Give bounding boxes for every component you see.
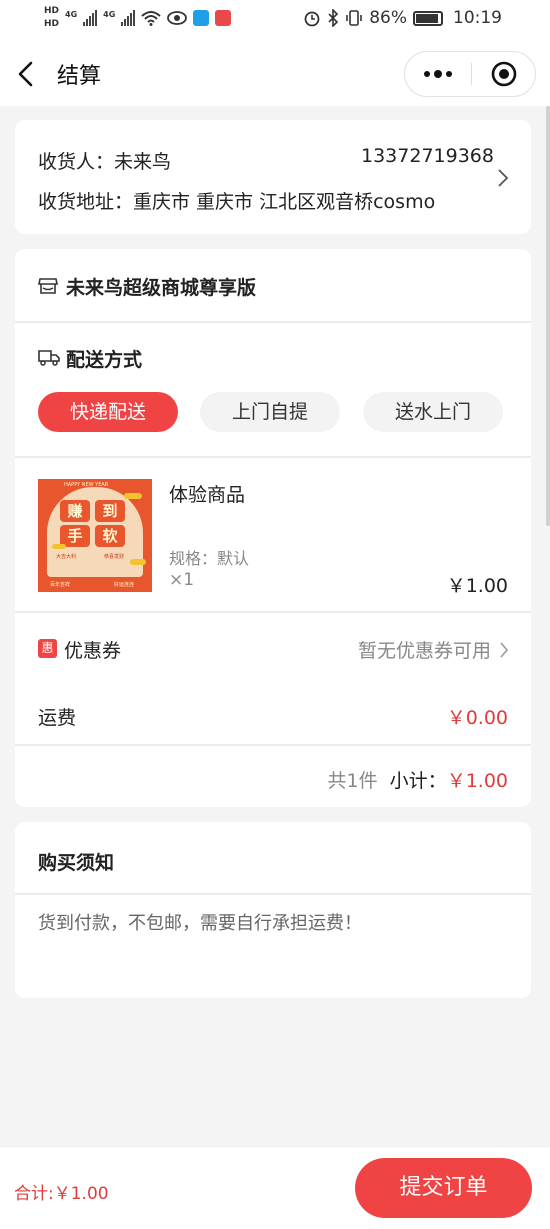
order-card: 未来鸟超级商城尊享版 配送方式 快递配送 上门自提 送水上门 HAPPY NEW…	[15, 249, 531, 807]
product-qty: ×1	[169, 570, 195, 590]
delivery-option-water[interactable]: 送水上门	[363, 392, 503, 432]
target-close-icon	[491, 61, 517, 87]
nav-bar: 结算	[0, 42, 550, 106]
address-label: 收货地址：	[38, 191, 134, 213]
poster-char: 软	[95, 525, 125, 547]
receiver-label: 收货人：	[38, 151, 115, 173]
status-bar: HD HD 4G 4G 86% 10:19	[0, 0, 550, 42]
page-title: 结算	[57, 64, 102, 89]
chevron-right-icon	[500, 642, 509, 658]
address-row: 收货地址：重庆市 重庆市 江北区观音桥cosmo	[38, 187, 435, 214]
purchase-notice-card: 购买须知 货到付款，不包邮，需要自行承担运费！	[15, 822, 531, 998]
eye-icon	[167, 10, 188, 25]
subtotal-value: ￥1.00	[446, 770, 508, 792]
hd-icon: HD	[44, 19, 60, 29]
item-count: 共1件	[327, 770, 378, 792]
hd-icon: HD	[44, 6, 60, 16]
receiver-phone: 13372719368	[361, 145, 494, 167]
freight-value: ￥0.00	[446, 707, 508, 729]
poster-side-text: 大吉大利	[56, 554, 77, 560]
total-amount: 合计:￥1.00	[14, 1184, 109, 1204]
gold-ingot-icon	[52, 544, 66, 549]
product-image: HAPPY NEW YEAR 赚 到 手 软 大吉大利 恭喜发财 百年吉祥 好运…	[38, 479, 152, 592]
app-notification-icon	[193, 9, 210, 26]
gold-ingot-icon	[130, 559, 146, 565]
signal-4g-label: 4G	[103, 10, 116, 19]
signal-icon	[83, 9, 98, 26]
coupon-badge: 惠	[38, 639, 57, 658]
divider	[15, 321, 531, 323]
coupon-value: 暂无优惠券可用	[357, 640, 491, 662]
signal-icon	[121, 9, 136, 26]
product-name: 体验商品	[169, 484, 246, 506]
status-bar-left: HD HD 4G 4G	[44, 6, 232, 29]
scrollbar[interactable]	[546, 106, 550, 526]
divider	[15, 893, 531, 895]
close-miniprogram-button[interactable]	[471, 52, 537, 96]
poster-side-text: 恭喜发财	[104, 554, 125, 560]
notice-title: 购买须知	[38, 852, 115, 874]
divider	[15, 744, 531, 746]
wifi-icon	[141, 10, 161, 26]
poster-char: 赚	[60, 500, 90, 522]
receiver-name: 未来鸟	[114, 151, 172, 173]
notice-content: 货到付款，不包邮，需要自行承担运费！	[38, 913, 362, 934]
submit-order-button[interactable]: 提交订单	[355, 1158, 532, 1218]
bottom-bar: 合计:￥1.00 提交订单	[0, 1146, 550, 1229]
poster-bottom-text: 好运连连	[114, 582, 135, 588]
gold-ingot-icon	[124, 493, 142, 499]
vibrate-icon	[346, 10, 363, 26]
poster-bottom-text: 百年吉祥	[50, 582, 71, 588]
shop-name: 未来鸟超级商城尊享版	[66, 277, 257, 299]
coupon-row[interactable]: 惠 优惠券 暂无优惠券可用	[15, 613, 531, 683]
battery-icon	[413, 10, 443, 26]
status-bar-right: 86% 10:19	[303, 8, 502, 28]
subtotal-label: 小计：	[389, 770, 447, 792]
poster-char: 到	[95, 500, 125, 522]
delivery-option-pickup[interactable]: 上门自提	[200, 392, 340, 432]
back-icon[interactable]	[16, 60, 36, 88]
signal-4g-label: 4G	[65, 10, 78, 19]
subtotal-row: 共1件 小计：￥1.00	[328, 766, 508, 793]
alarm-icon	[304, 11, 320, 27]
bluetooth-icon	[328, 9, 339, 27]
product-price: ￥1.00	[446, 575, 508, 597]
address-card[interactable]: 收货人：未来鸟 13372719368 收货地址：重庆市 重庆市 江北区观音桥c…	[15, 120, 531, 234]
product-item[interactable]: HAPPY NEW YEAR 赚 到 手 软 大吉大利 恭喜发财 百年吉祥 好运…	[15, 458, 531, 611]
receiver-row: 收货人：未来鸟	[38, 147, 171, 174]
shop-icon	[38, 278, 58, 294]
product-spec: 规格：默认	[169, 549, 250, 568]
more-menu-button[interactable]	[405, 52, 471, 96]
battery-percent: 86%	[369, 8, 407, 28]
chevron-right-icon	[498, 169, 509, 187]
status-time: 10:19	[453, 8, 502, 28]
hd-indicators: HD HD	[44, 6, 59, 29]
delivery-option-express[interactable]: 快递配送	[38, 392, 178, 432]
address-text: 重庆市 重庆市 江北区观音桥cosmo	[133, 191, 436, 213]
more-dots-icon	[424, 70, 452, 78]
app-notification-icon	[215, 9, 232, 26]
miniprogram-capsule	[404, 51, 536, 97]
delivery-truck-icon	[38, 350, 60, 366]
delivery-title: 配送方式	[66, 349, 143, 371]
freight-label: 运费	[38, 707, 77, 729]
coupon-label: 优惠券	[64, 640, 122, 662]
